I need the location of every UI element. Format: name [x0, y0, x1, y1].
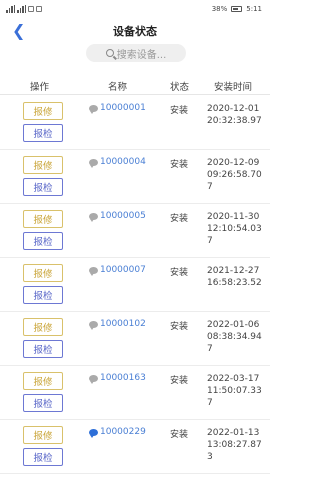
message-icon — [89, 104, 98, 114]
inspect-button[interactable]: 报检 — [23, 448, 63, 466]
header-status: 状态 — [170, 82, 190, 93]
device-status: 安装 — [170, 106, 189, 116]
nav-bar: ❮ 设备状态 — [0, 20, 270, 42]
clock: 5:11 — [246, 5, 262, 13]
repair-button[interactable]: 报修 — [23, 264, 63, 282]
table-row: 报修 报检 10000102 安装 2022-01-06 08:38:34.94… — [0, 312, 270, 366]
device-status: 安装 — [170, 268, 189, 278]
table-row: 报修 报检 10000229 安装 2022-01-13 13:08:27.87… — [0, 420, 270, 474]
search-input[interactable]: 搜索设备... — [86, 44, 186, 62]
device-name-link[interactable]: 10000004 — [89, 157, 146, 168]
search-icon — [105, 49, 114, 57]
header-install-time: 安装时间 — [214, 82, 253, 93]
device-name: 10000007 — [100, 265, 146, 275]
notification-icon — [28, 6, 34, 12]
device-name-link[interactable]: 10000005 — [89, 211, 146, 222]
inspect-button[interactable]: 报检 — [23, 286, 63, 304]
install-time: 2022-03-17 11:50:07.337 — [207, 374, 262, 408]
install-time: 2020-12-09 09:26:58.707 — [207, 158, 262, 192]
message-icon — [89, 374, 98, 384]
header-action: 操作 — [30, 82, 50, 93]
table-row: 报修 报检 10000004 安装 2020-12-09 09:26:58.70… — [0, 150, 270, 204]
repair-button[interactable]: 报修 — [23, 210, 63, 228]
repair-button[interactable]: 报修 — [23, 426, 63, 444]
table-row: 报修 报检 10000007 安装 2021-12-27 16:58:23.52 — [0, 258, 270, 312]
inspect-button[interactable]: 报检 — [23, 124, 63, 142]
device-name-link[interactable]: 10000001 — [89, 103, 146, 114]
device-name: 10000229 — [100, 427, 146, 437]
install-time: 2020-12-01 20:32:38.97 — [207, 104, 262, 126]
device-name-link[interactable]: 10000163 — [89, 373, 146, 384]
install-time: 2022-01-06 08:38:34.947 — [207, 320, 262, 354]
signal-icon — [6, 5, 15, 13]
inspect-button[interactable]: 报检 — [23, 232, 63, 250]
device-name-link[interactable]: 10000229 — [89, 427, 146, 438]
device-name: 10000102 — [100, 319, 146, 329]
device-status: 安装 — [170, 322, 189, 332]
repair-button[interactable]: 报修 — [23, 318, 63, 336]
install-time: 2022-01-13 13:08:27.873 — [207, 428, 262, 462]
device-name: 10000005 — [100, 211, 146, 221]
status-right: 38% 5:11 — [212, 5, 262, 13]
battery-icon — [231, 6, 243, 12]
message-icon — [89, 158, 98, 168]
device-status: 安装 — [170, 160, 189, 170]
message-icon — [89, 212, 98, 222]
status-bar: 38% 5:11 — [0, 0, 270, 20]
page-title: 设备状态 — [113, 25, 157, 38]
device-name: 10000163 — [100, 373, 146, 383]
battery-percent: 38% — [211, 5, 228, 13]
repair-button[interactable]: 报修 — [23, 372, 63, 390]
repair-button[interactable]: 报修 — [23, 156, 63, 174]
inspect-button[interactable]: 报检 — [23, 178, 63, 196]
message-icon — [89, 266, 98, 276]
table-row: 报修 报检 10000163 安装 2022-03-17 11:50:07.33… — [0, 366, 270, 420]
signal-icon — [17, 5, 26, 13]
inspect-button[interactable]: 报检 — [23, 394, 63, 412]
notification-icon — [36, 6, 42, 12]
install-time: 2021-12-27 16:58:23.52 — [207, 266, 262, 288]
table-row: 报修 报检 10000001 安装 2020-12-01 20:32:38.97 — [0, 96, 270, 150]
table-header: 操作 名称 状态 安装时间 — [0, 75, 270, 95]
repair-button[interactable]: 报修 — [23, 102, 63, 120]
device-status: 安装 — [170, 430, 189, 440]
device-name: 10000001 — [100, 103, 146, 113]
device-name-link[interactable]: 10000102 — [89, 319, 146, 330]
message-icon — [89, 320, 98, 330]
device-status: 安装 — [170, 214, 189, 224]
inspect-button[interactable]: 报检 — [23, 340, 63, 358]
header-name: 名称 — [108, 82, 128, 93]
signal-indicators — [6, 5, 42, 13]
install-time: 2020-11-30 12:10:54.037 — [207, 212, 262, 246]
device-status: 安装 — [170, 376, 189, 386]
message-icon — [89, 428, 98, 438]
device-name-link[interactable]: 10000007 — [89, 265, 146, 276]
search-placeholder: 搜索设备... — [116, 49, 167, 61]
device-name: 10000004 — [100, 157, 146, 167]
table-row: 报修 报检 10000005 安装 2020-11-30 12:10:54.03… — [0, 204, 270, 258]
